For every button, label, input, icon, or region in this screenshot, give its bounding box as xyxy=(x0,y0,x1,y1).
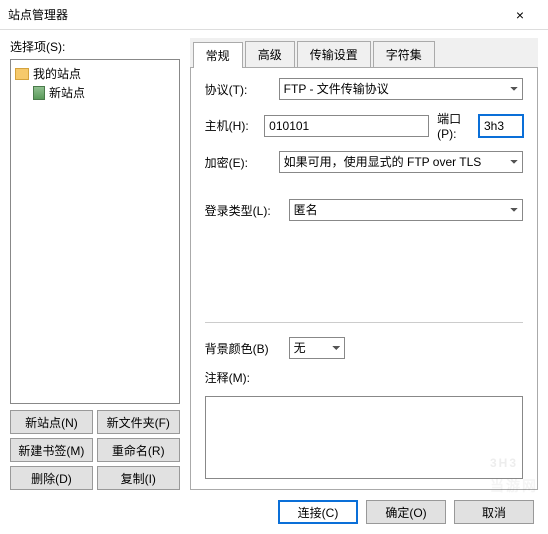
notes-label: 注释(M): xyxy=(205,369,250,386)
tree-child[interactable]: 新站点 xyxy=(15,83,175,102)
port-label: 端口(P): xyxy=(437,110,471,141)
content: 选择项(S): 我的站点 新站点 新站点(N) 新文件夹(F) 新建书签(M) … xyxy=(0,30,548,490)
notes-input[interactable] xyxy=(205,396,523,479)
new-bookmark-button[interactable]: 新建书签(M) xyxy=(10,438,93,462)
footer: 连接(C) 确定(O) 取消 xyxy=(0,490,548,534)
host-input[interactable] xyxy=(264,115,429,137)
bgcolor-label: 背景颜色(B) xyxy=(205,340,281,357)
cancel-button[interactable]: 取消 xyxy=(454,500,534,524)
rename-button[interactable]: 重命名(R) xyxy=(97,438,180,462)
protocol-label: 协议(T): xyxy=(205,81,271,98)
encryption-select[interactable]: 如果可用，使用显式的 FTP over TLS xyxy=(279,151,523,173)
delete-button[interactable]: 删除(D) xyxy=(10,466,93,490)
site-tree[interactable]: 我的站点 新站点 xyxy=(10,59,180,404)
login-type-label: 登录类型(L): xyxy=(205,202,281,219)
tree-child-label: 新站点 xyxy=(49,84,85,101)
tab-advanced[interactable]: 高级 xyxy=(245,41,295,67)
divider xyxy=(205,322,523,323)
protocol-select[interactable]: FTP - 文件传输协议 xyxy=(279,78,523,100)
right-pane: 常规 高级 传输设置 字符集 协议(T): FTP - 文件传输协议 主机(H)… xyxy=(190,38,538,490)
encryption-label: 加密(E): xyxy=(205,154,271,171)
left-pane: 选择项(S): 我的站点 新站点 新站点(N) 新文件夹(F) 新建书签(M) … xyxy=(10,38,180,490)
folder-icon xyxy=(15,68,29,80)
host-label: 主机(H): xyxy=(205,117,257,134)
tab-bar: 常规 高级 传输设置 字符集 xyxy=(190,38,538,68)
titlebar: 站点管理器 × xyxy=(0,0,548,30)
copy-button[interactable]: 复制(I) xyxy=(97,466,180,490)
new-site-button[interactable]: 新站点(N) xyxy=(10,410,93,434)
connect-button[interactable]: 连接(C) xyxy=(278,500,358,524)
port-input[interactable] xyxy=(479,115,523,137)
site-icon xyxy=(33,86,45,100)
close-icon[interactable]: × xyxy=(500,7,540,23)
tree-buttons: 新站点(N) 新文件夹(F) 新建书签(M) 重命名(R) 删除(D) 复制(I… xyxy=(10,410,180,490)
ok-button[interactable]: 确定(O) xyxy=(366,500,446,524)
login-type-select[interactable]: 匿名 xyxy=(289,199,523,221)
tree-root[interactable]: 我的站点 xyxy=(15,64,175,83)
tab-transfer[interactable]: 传输设置 xyxy=(297,41,371,67)
general-panel: 协议(T): FTP - 文件传输协议 主机(H): 端口(P): 加密(E):… xyxy=(190,68,538,490)
tab-general[interactable]: 常规 xyxy=(193,42,243,68)
bgcolor-select[interactable]: 无 xyxy=(289,337,345,359)
select-label: 选择项(S): xyxy=(10,38,180,55)
window-title: 站点管理器 xyxy=(8,6,500,23)
tab-charset[interactable]: 字符集 xyxy=(373,41,435,67)
new-folder-button[interactable]: 新文件夹(F) xyxy=(97,410,180,434)
tree-root-label: 我的站点 xyxy=(33,65,81,82)
